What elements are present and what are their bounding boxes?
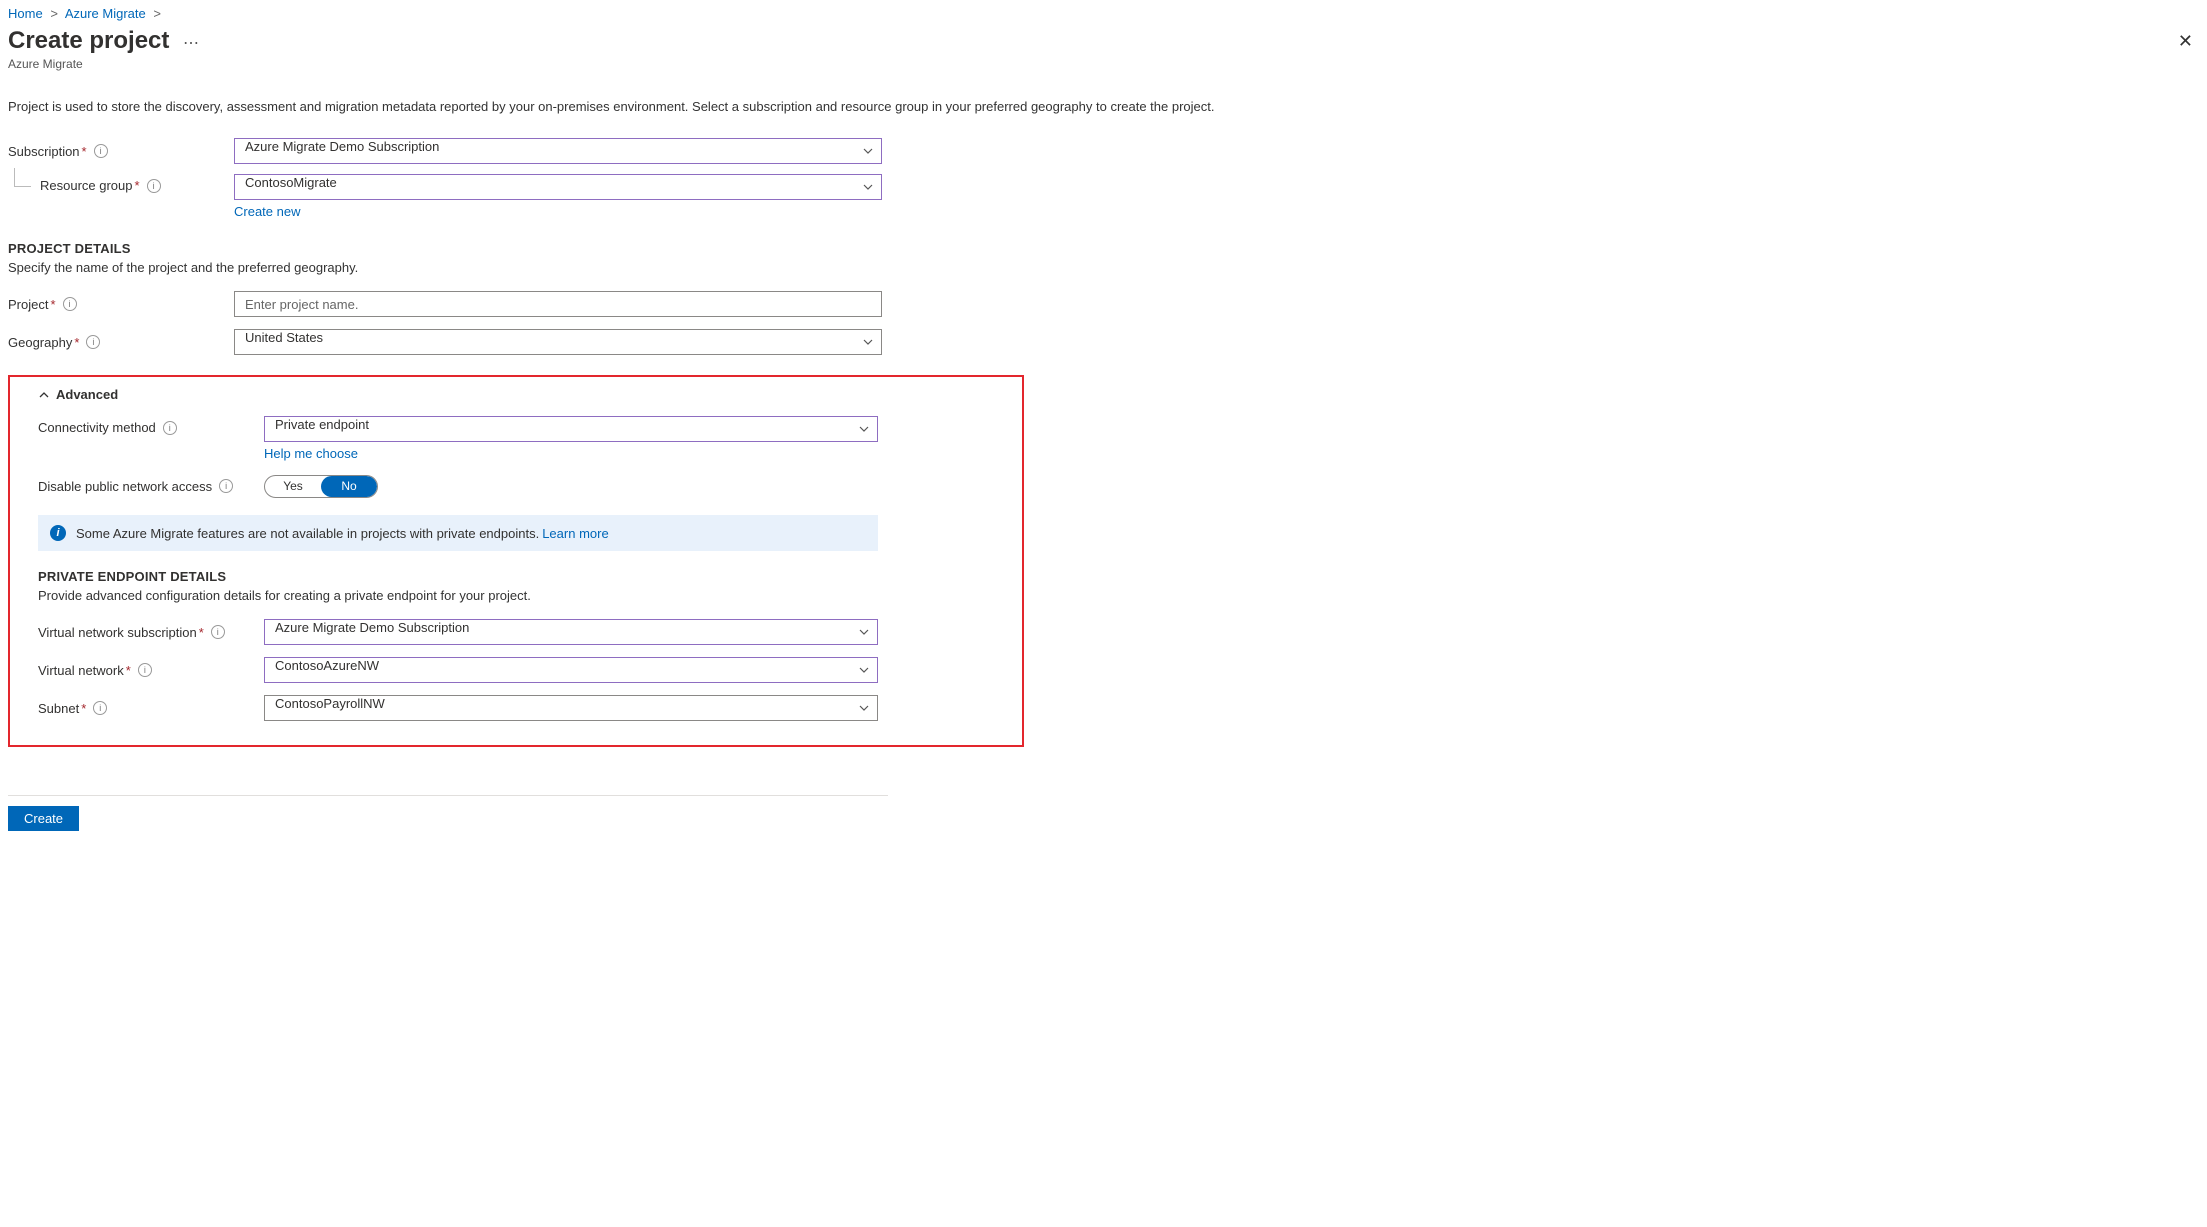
info-icon[interactable]: i — [94, 144, 108, 158]
label-subnet: Subnet — [38, 701, 79, 716]
breadcrumb: Home > Azure Migrate > — [8, 6, 2199, 21]
info-icon[interactable]: i — [219, 479, 233, 493]
label-subscription: Subscription — [8, 144, 80, 159]
connectivity-select[interactable]: Private endpoint — [264, 416, 878, 442]
help-me-choose-link[interactable]: Help me choose — [264, 446, 878, 461]
info-icon[interactable]: i — [86, 335, 100, 349]
info-icon-solid: i — [50, 525, 66, 541]
page-subtitle: Azure Migrate — [8, 57, 2199, 71]
chevron-up-icon — [38, 389, 50, 401]
required-icon: * — [135, 178, 140, 193]
close-icon[interactable]: ✕ — [2172, 29, 2199, 54]
info-banner: i Some Azure Migrate features are not av… — [38, 515, 878, 551]
required-icon: * — [126, 663, 131, 678]
toggle-no[interactable]: No — [321, 476, 377, 497]
label-disable-public: Disable public network access — [38, 479, 212, 494]
info-icon[interactable]: i — [138, 663, 152, 677]
advanced-toggle[interactable]: Advanced — [38, 387, 994, 402]
intro-text: Project is used to store the discovery, … — [8, 99, 2199, 114]
subscription-select[interactable]: Azure Migrate Demo Subscription — [234, 138, 882, 164]
advanced-label: Advanced — [56, 387, 118, 402]
section-pe-details-desc: Provide advanced configuration details f… — [38, 588, 994, 603]
create-new-link[interactable]: Create new — [234, 204, 884, 219]
info-icon[interactable]: i — [147, 179, 161, 193]
required-icon: * — [50, 297, 55, 312]
chevron-right-icon: > — [153, 6, 161, 21]
project-input[interactable] — [234, 291, 882, 317]
label-vnet-sub: Virtual network subscription — [38, 625, 197, 640]
disable-public-toggle[interactable]: Yes No — [264, 475, 378, 498]
subnet-select[interactable]: ContosoPayrollNW — [264, 695, 878, 721]
info-icon[interactable]: i — [163, 421, 177, 435]
info-icon[interactable]: i — [63, 297, 77, 311]
required-icon: * — [82, 144, 87, 159]
label-project: Project — [8, 297, 48, 312]
label-resource-group: Resource group — [40, 178, 133, 193]
required-icon: * — [199, 625, 204, 640]
learn-more-link[interactable]: Learn more — [542, 526, 608, 541]
label-vnet: Virtual network — [38, 663, 124, 678]
section-project-details-desc: Specify the name of the project and the … — [8, 260, 888, 275]
more-options-icon[interactable]: ⋯ — [183, 35, 199, 52]
breadcrumb-home[interactable]: Home — [8, 6, 43, 21]
label-geography: Geography — [8, 335, 72, 350]
section-project-details: PROJECT DETAILS — [8, 241, 888, 256]
chevron-right-icon: > — [50, 6, 58, 21]
breadcrumb-azure-migrate[interactable]: Azure Migrate — [65, 6, 146, 21]
required-icon: * — [74, 335, 79, 350]
required-icon: * — [81, 701, 86, 716]
label-connectivity: Connectivity method — [38, 420, 156, 435]
section-pe-details: PRIVATE ENDPOINT DETAILS — [38, 569, 994, 584]
toggle-yes[interactable]: Yes — [265, 476, 321, 497]
geography-select[interactable]: United States — [234, 329, 882, 355]
page-title: Create project — [8, 27, 169, 55]
info-banner-text: Some Azure Migrate features are not avai… — [76, 526, 539, 541]
vnet-select[interactable]: ContosoAzureNW — [264, 657, 878, 683]
resource-group-select[interactable]: ContosoMigrate — [234, 174, 882, 200]
info-icon[interactable]: i — [93, 701, 107, 715]
info-icon[interactable]: i — [211, 625, 225, 639]
create-button[interactable]: Create — [8, 806, 79, 831]
vnet-subscription-select[interactable]: Azure Migrate Demo Subscription — [264, 619, 878, 645]
